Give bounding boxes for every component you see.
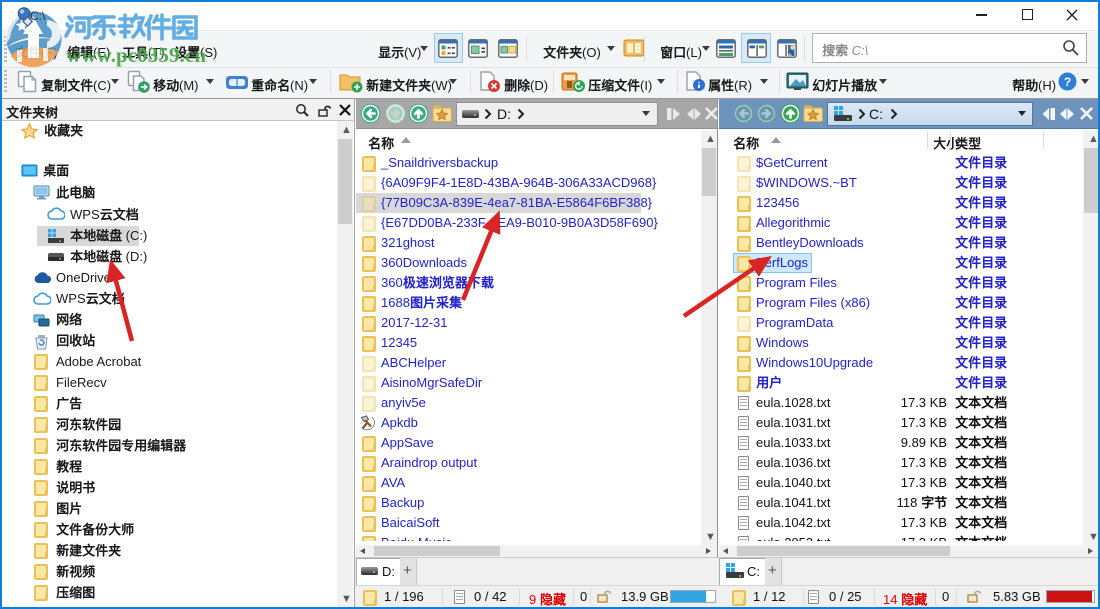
svg-text:?: ?	[1064, 75, 1071, 89]
